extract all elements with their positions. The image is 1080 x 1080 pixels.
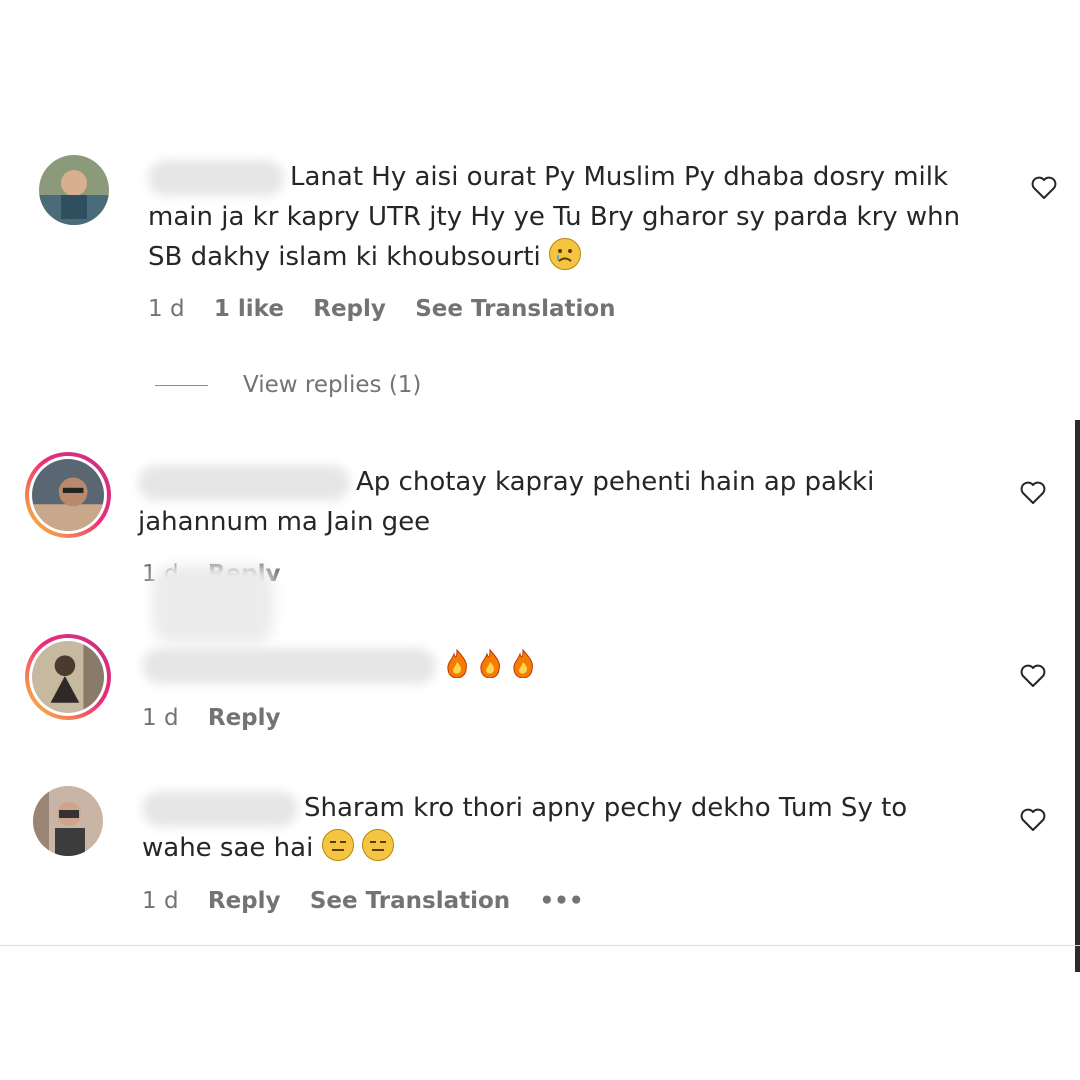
reply-button[interactable]: Reply (208, 705, 281, 731)
redacted-username (142, 647, 436, 684)
redacted-username (138, 464, 350, 501)
see-translation-button[interactable]: See Translation (310, 888, 510, 914)
fire-icon (475, 648, 505, 678)
more-options-icon[interactable]: ••• (539, 888, 583, 914)
likes-count[interactable]: 1 like (214, 296, 284, 322)
fire-icon (442, 648, 472, 678)
expressionless-face-icon (361, 829, 394, 861)
comment-meta: 1 d Reply See Translation ••• (142, 888, 606, 914)
commenter-avatar[interactable] (39, 155, 109, 225)
comment-time: 1 d (142, 705, 179, 731)
fire-icon (508, 648, 538, 678)
comment-time: 1 d (148, 296, 185, 322)
comment-text: Sharam kro thori apny pechy dekho Tum Sy… (142, 788, 1002, 868)
view-replies-button[interactable]: View replies (1) (243, 372, 421, 398)
comment-meta: 1 d Reply (142, 705, 303, 731)
reply-button[interactable]: Reply (313, 296, 386, 322)
replies-line (155, 385, 208, 386)
comment-meta: 1 d 1 like Reply See Translation (148, 296, 638, 322)
divider (0, 945, 1080, 946)
comment-text (142, 645, 1002, 685)
heart-outline-icon[interactable] (1031, 176, 1057, 200)
story-ring-avatar[interactable] (25, 452, 111, 538)
see-translation-button[interactable]: See Translation (415, 296, 615, 322)
story-ring-avatar[interactable] (25, 634, 111, 720)
redaction-blur (152, 565, 274, 643)
redacted-username (148, 159, 284, 196)
reply-button[interactable]: Reply (208, 888, 281, 914)
redacted-username (142, 790, 298, 827)
expressionless-face-icon (321, 829, 354, 861)
background-edge (1075, 420, 1080, 972)
heart-outline-icon[interactable] (1020, 481, 1046, 505)
crying-face-icon (549, 238, 582, 270)
heart-outline-icon[interactable] (1020, 808, 1046, 832)
comment-text: Lanat Hy aisi ourat Py Muslim Py dhaba d… (148, 157, 1008, 277)
comment-time: 1 d (142, 888, 179, 914)
heart-outline-icon[interactable] (1020, 664, 1046, 688)
commenter-avatar[interactable] (33, 786, 103, 856)
comment-text: Ap chotay kapray pehenti hain ap pakki j… (138, 462, 998, 542)
